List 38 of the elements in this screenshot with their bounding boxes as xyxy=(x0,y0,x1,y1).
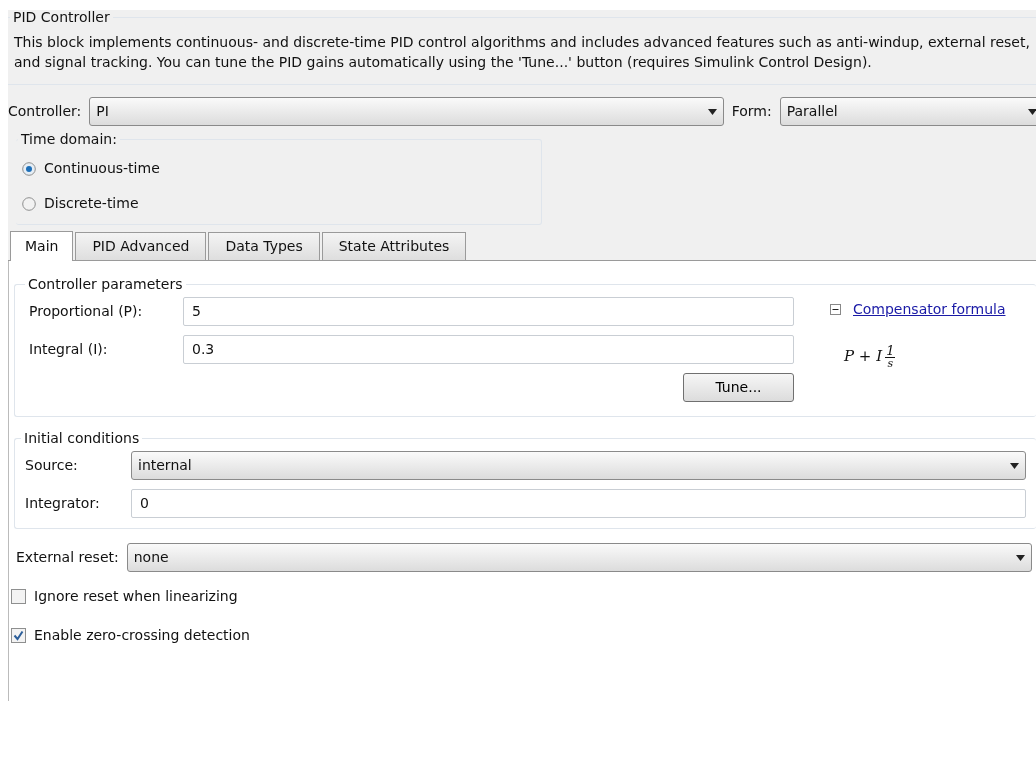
description-text: This block implements continuous- and discrete-time PID control algorithms and includes advanced features such as anti-windup, external reset, and signal tracking. You can tune the PID gains automatically using the 'Tune...' button (requires Simulink Control Design). xyxy=(14,33,1030,72)
checkbox[interactable] xyxy=(11,589,26,604)
radio-label: Continuous-time xyxy=(44,159,160,178)
field-label: Source: xyxy=(25,456,79,475)
radio-label: Discrete-time xyxy=(44,194,139,213)
field-label: Form: xyxy=(731,102,772,121)
collapse-icon[interactable] xyxy=(830,304,841,315)
tab[interactable]: PID Advanced xyxy=(75,232,207,260)
controller-dropdown[interactable]: PI xyxy=(89,97,724,126)
tune-button[interactable]: Tune... xyxy=(683,373,794,402)
group-title: Time domain: xyxy=(20,132,118,146)
input-field[interactable]: 0.3 xyxy=(183,335,794,364)
form-dropdown[interactable]: Parallel xyxy=(779,97,1036,126)
dropdown-arrow-icon xyxy=(707,108,717,115)
input-field[interactable]: 5 xyxy=(183,297,794,326)
checkbox-label: Ignore reset when linearizing xyxy=(34,587,238,606)
checkbox[interactable] xyxy=(11,628,26,643)
field-label: Controller: xyxy=(8,102,82,121)
radio-button[interactable] xyxy=(22,161,36,176)
tab[interactable]: State Attributes xyxy=(321,232,467,260)
dropdown-arrow-icon xyxy=(1028,108,1036,115)
source-dropdown[interactable]: internal xyxy=(131,451,1026,480)
field-label: Proportional (P): xyxy=(29,302,144,321)
external-reset-dropdown[interactable]: none xyxy=(126,543,1032,572)
radio-button[interactable] xyxy=(22,196,36,211)
dropdown-arrow-icon xyxy=(1010,462,1019,469)
checkbox-label: Enable zero-crossing detection xyxy=(34,626,250,645)
group-title: Controller parameters xyxy=(27,277,184,291)
field-label: External reset: xyxy=(16,548,119,567)
field-label: Integral (I): xyxy=(29,340,109,359)
formula-link[interactable]: Compensator formula xyxy=(853,299,1006,320)
tab[interactable]: Main xyxy=(10,231,74,261)
dropdown-arrow-icon xyxy=(1016,554,1025,561)
group-title: Initial conditions xyxy=(23,431,141,445)
tab[interactable]: Data Types xyxy=(208,232,320,260)
group-title: PID Controller xyxy=(12,10,111,24)
field-label: Integrator: xyxy=(25,494,101,513)
input-field[interactable]: 0 xyxy=(131,489,1026,518)
